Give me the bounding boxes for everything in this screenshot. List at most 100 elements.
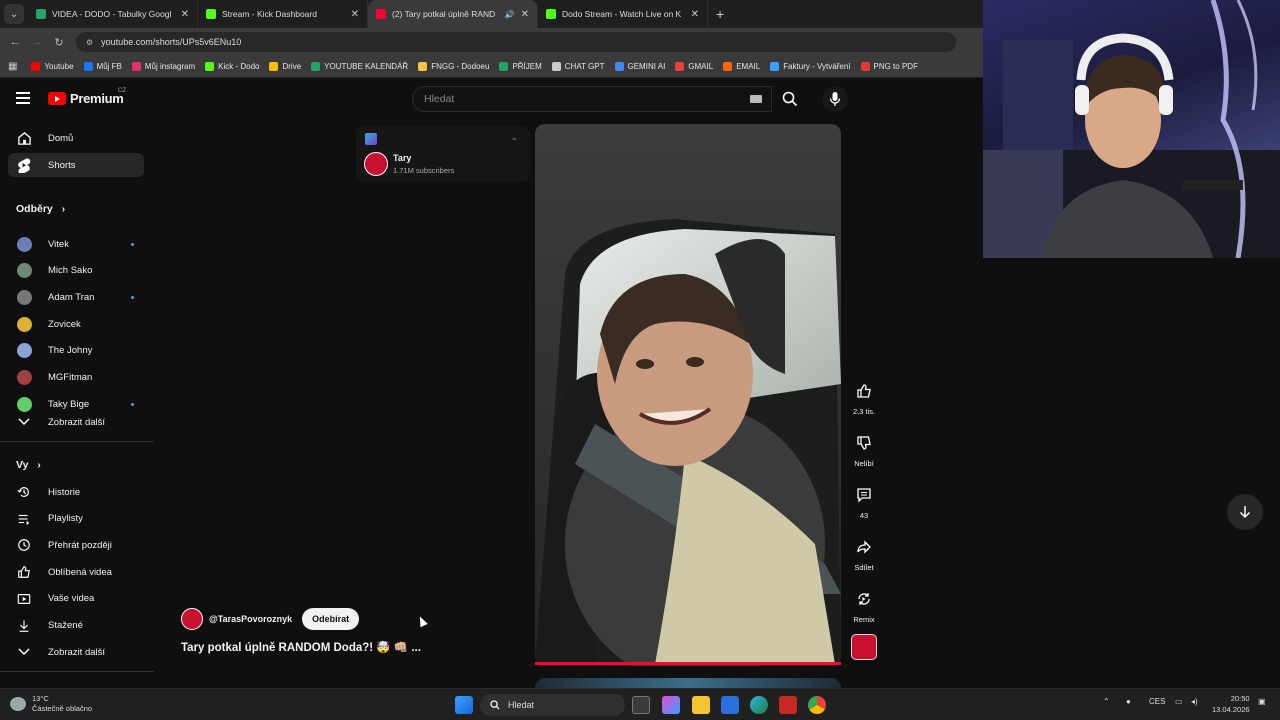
you-heading[interactable]: Vy › <box>16 459 41 471</box>
keyboard-icon[interactable] <box>750 95 762 103</box>
task-view-icon[interactable] <box>632 696 650 714</box>
bookmark-item[interactable]: Můj instagram <box>128 62 199 71</box>
bookmark-item[interactable]: EMAIL <box>719 62 764 71</box>
subscribe-button[interactable]: Odebírat <box>302 608 360 630</box>
bookmark-item[interactable]: Youtube <box>27 62 77 71</box>
sidebar-item-you[interactable]: Stažené <box>8 614 144 638</box>
comment-count: 43 <box>859 511 869 520</box>
owner-handle[interactable]: @TarasPovoroznyk <box>209 614 292 624</box>
bookmark-item[interactable]: Faktury - Vytváření <box>766 62 854 71</box>
sidebar-item-you[interactable]: Oblíbená videa <box>8 560 144 584</box>
bookmark-item[interactable]: Kick - Dodo <box>201 62 263 71</box>
remix-action[interactable]: Remix <box>846 584 882 624</box>
copilot-icon[interactable] <box>662 696 680 714</box>
dislike-button[interactable] <box>849 428 879 458</box>
search-button[interactable] <box>774 86 806 112</box>
remix-button[interactable] <box>849 584 879 614</box>
history-icon <box>16 484 32 500</box>
voice-search-button[interactable] <box>822 86 848 112</box>
bookmark-label: YOUTUBE KALENDÁŘ <box>324 62 409 71</box>
sidebar-item-you[interactable]: Playlisty <box>8 507 144 531</box>
search-input[interactable]: Hledat <box>412 86 772 112</box>
notifications-icon[interactable]: ▣ <box>1258 697 1266 706</box>
sidebar-item-subscription[interactable]: Vitek <box>8 232 144 256</box>
start-menu-icon[interactable] <box>455 696 473 714</box>
next-short-button[interactable] <box>1227 494 1263 530</box>
browser-tab[interactable]: (2) Tary potkal úplně RAND 🔊 ✕ <box>368 0 538 28</box>
edge-icon[interactable] <box>750 696 768 714</box>
like-action[interactable]: 2,3 tis. <box>846 376 882 416</box>
site-info-icon[interactable]: ⚙ <box>86 38 93 47</box>
sidebar-item-you[interactable]: Přehrát později <box>8 533 144 557</box>
menu-icon[interactable] <box>16 92 30 104</box>
next-short-preview[interactable] <box>535 678 841 688</box>
short-video-player[interactable] <box>535 124 841 666</box>
bookmark-item[interactable]: CHAT GPT <box>548 62 609 71</box>
volume-icon[interactable]: ◂) <box>1191 697 1198 706</box>
sidebar-item-subscription[interactable]: MGFitman <box>8 366 144 390</box>
youtube-premium-logo[interactable]: Premium CZ <box>48 88 126 106</box>
sidebar-item-shorts[interactable]: Shorts <box>8 153 144 177</box>
channel-avatar[interactable] <box>364 152 388 176</box>
outlook-icon[interactable] <box>721 696 739 714</box>
sidebar-item-subscription[interactable]: Mich Sako <box>8 259 144 283</box>
weather-widget[interactable]: 13°C Částečně oblačno <box>10 694 92 714</box>
system-clock[interactable]: 20:50 13.04.2026 <box>1212 693 1250 715</box>
url-field[interactable]: ⚙ youtube.com/shorts/UPs5v6ENu10 <box>76 32 956 52</box>
sidebar-item-subscription[interactable]: Adam Tran <box>8 285 144 309</box>
channel-avatar <box>16 370 32 385</box>
browser-tab[interactable]: VIDEA - DODO - Tabulky Googl ✕ <box>28 0 198 28</box>
apps-icon[interactable]: ▦ <box>8 61 17 72</box>
channel-name[interactable]: Tary <box>393 153 411 163</box>
reload-button[interactable]: ↻ <box>48 36 70 49</box>
subscriptions-heading[interactable]: Odběry › <box>16 203 65 215</box>
sidebar-item-subscription[interactable]: Zovicek <box>8 312 144 336</box>
bookmark-favicon-icon <box>551 62 561 71</box>
chrome-icon[interactable] <box>808 696 826 714</box>
language-indicator[interactable]: CES <box>1149 697 1165 706</box>
tray-chevron-icon[interactable]: ⌃ <box>1103 697 1110 706</box>
owner-avatar[interactable] <box>181 608 203 630</box>
close-icon[interactable]: ✕ <box>521 9 529 20</box>
browser-tab[interactable]: Dodo Stream - Watch Live on K ✕ <box>538 0 708 28</box>
close-icon[interactable]: ✕ <box>181 9 189 20</box>
you-show-more[interactable]: Zobrazit další <box>8 640 144 664</box>
comments-action[interactable]: 43 <box>846 480 882 520</box>
subscriptions-show-more[interactable]: Zobrazit další <box>8 410 144 434</box>
bookmark-item[interactable]: Drive <box>265 62 305 71</box>
close-icon[interactable]: ✕ <box>351 9 359 20</box>
share-action[interactable]: Sdílet <box>846 532 882 572</box>
short-title[interactable]: Tary potkal úplně RANDOM Doda?! 🤯 👊🏼 ... <box>181 640 421 654</box>
browser-tab[interactable]: Stream - Kick Dashboard ✕ <box>198 0 368 28</box>
sidebar-item-home[interactable]: Domů <box>8 126 144 150</box>
capcut-icon[interactable] <box>779 696 797 714</box>
collapse-chevron-icon[interactable]: ⌄ <box>510 132 518 143</box>
tab-search-button[interactable]: ⌄ <box>4 4 24 24</box>
bookmark-item[interactable]: FNGG - Dodoeu <box>414 62 493 71</box>
sidebar-item-you[interactable]: Vaše videa <box>8 587 144 611</box>
back-button[interactable]: ← <box>4 36 26 48</box>
bookmark-item[interactable]: GEMINI AI <box>611 62 670 71</box>
channel-card[interactable]: ⌄ Tary 1.71M subscribers <box>356 126 530 182</box>
bookmark-item[interactable]: PNG to PDF <box>857 62 922 71</box>
network-icon[interactable]: ▭ <box>1175 697 1183 706</box>
bookmark-item[interactable]: YOUTUBE KALENDÁŘ <box>307 62 412 71</box>
speaker-icon[interactable]: 🔊 <box>505 10 515 19</box>
video-progress-bar[interactable] <box>535 662 841 665</box>
dislike-action[interactable]: Nelíbí <box>846 428 882 468</box>
taskbar-search[interactable]: Hledat <box>480 694 625 716</box>
bookmark-item[interactable]: GMAIL <box>671 62 717 71</box>
close-icon[interactable]: ✕ <box>691 9 699 20</box>
sidebar-item-subscription[interactable]: The Johny <box>8 339 144 363</box>
bookmark-item[interactable]: PŘÍJEM <box>495 62 545 71</box>
like-button[interactable] <box>849 376 879 406</box>
comments-button[interactable] <box>849 480 879 510</box>
sidebar-item-you[interactable]: Historie <box>8 480 144 504</box>
sound-thumbnail[interactable] <box>851 634 877 660</box>
mic-tray-icon[interactable]: ● <box>1126 697 1131 706</box>
share-button[interactable] <box>849 532 879 562</box>
forward-button[interactable]: → <box>26 36 48 48</box>
bookmark-item[interactable]: Můj FB <box>80 62 126 71</box>
file-explorer-icon[interactable] <box>692 696 710 714</box>
new-tab-button[interactable]: + <box>716 6 724 22</box>
